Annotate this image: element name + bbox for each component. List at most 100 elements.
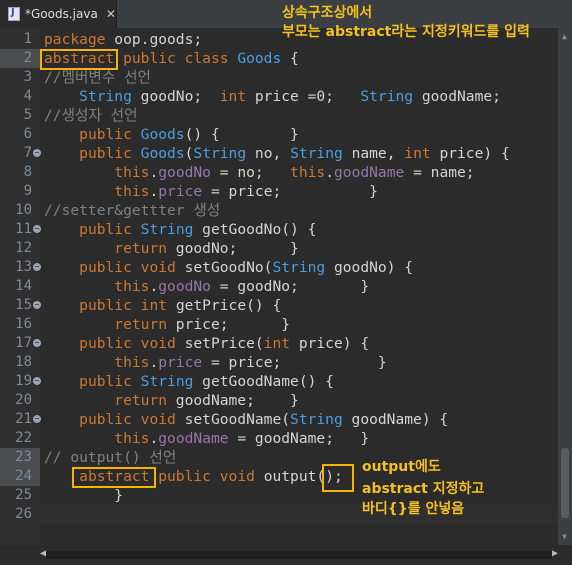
code-text: public void setPrice(int price) { <box>44 334 369 353</box>
code-token: . <box>149 164 159 181</box>
code-line[interactable]: 19− public String getGoodName() { <box>0 372 558 391</box>
code-line[interactable]: 10 //setter&gettter 생성 <box>0 201 558 220</box>
code-line[interactable]: 11− public String getGoodNo() { <box>0 220 558 239</box>
code-line[interactable]: 18 this.price = price; } <box>0 353 558 372</box>
code-line[interactable]: 23 // output() 선언 <box>0 448 558 467</box>
fold-collapse-icon[interactable]: − <box>33 377 41 385</box>
scroll-up-icon[interactable]: ▲ <box>562 32 567 41</box>
code-token: . <box>149 354 159 371</box>
line-number: 14 <box>15 278 32 294</box>
code-line[interactable]: 6 public Goods() { } <box>0 125 558 144</box>
code-line[interactable]: 7− public Goods(String no, String name, … <box>0 144 558 163</box>
code-line[interactable]: 4 String goodNo; int price =0; String go… <box>0 87 558 106</box>
code-line[interactable]: 21− public void setGoodName(String goodN… <box>0 410 558 429</box>
code-token: this <box>114 354 150 371</box>
code-token: String <box>193 145 247 162</box>
code-line[interactable]: 15− public int getPrice() { <box>0 296 558 315</box>
code-token: = no; <box>210 164 291 181</box>
fold-collapse-icon[interactable]: − <box>33 263 41 271</box>
horizontal-scrollbar[interactable]: ◀ ▶ <box>40 545 558 565</box>
code-line[interactable]: 9 this.price = price; } <box>0 182 558 201</box>
code-token: return <box>114 240 168 257</box>
line-number: 2 <box>23 50 32 66</box>
code-token: String <box>360 88 414 105</box>
code-token: public <box>79 126 141 143</box>
note-side-line1: output에도 <box>362 459 441 475</box>
code-text: public Goods() { } <box>44 125 299 144</box>
scroll-down-icon[interactable]: ▼ <box>562 532 567 541</box>
code-line[interactable]: 17− public void setPrice(int price) { <box>0 334 558 353</box>
code-token: return <box>114 392 168 409</box>
code-token: this <box>114 183 150 200</box>
tab-goods-java[interactable]: *Goods.java ✕ <box>0 0 117 28</box>
scrollbar-thumb[interactable] <box>561 448 569 518</box>
fold-collapse-icon[interactable]: − <box>33 149 41 157</box>
code-token: () { } <box>184 126 299 143</box>
code-text: //멤버변수 선언 <box>44 68 151 87</box>
code-token: goodNo; <box>131 88 220 105</box>
code-token: . <box>149 183 159 200</box>
code-token: . <box>149 278 159 295</box>
line-number: 18 <box>15 354 32 370</box>
code-token: String <box>290 411 343 428</box>
code-line[interactable]: 12 return goodNo; } <box>0 239 558 258</box>
java-file-icon <box>8 7 20 21</box>
close-icon[interactable]: ✕ <box>106 7 116 21</box>
code-token: goodName; <box>413 88 501 105</box>
fold-collapse-icon[interactable]: − <box>33 415 41 423</box>
code-token: //생성자 선언 <box>44 107 138 124</box>
code-token: oop.goods; <box>114 31 203 48</box>
code-token: = price; } <box>202 183 378 200</box>
code-token: String <box>140 373 194 390</box>
fold-collapse-icon[interactable]: − <box>33 225 41 233</box>
code-token: return <box>114 316 168 333</box>
horizontal-scroll-track[interactable] <box>46 551 552 559</box>
note-side-line2: abstract 지정하고 <box>362 481 485 497</box>
code-text: String goodNo; int price =0; String good… <box>44 87 501 106</box>
line-number: 5 <box>23 107 32 123</box>
code-line[interactable]: 22 this.goodName = goodName; } <box>0 429 558 448</box>
line-number: 22 <box>15 430 32 446</box>
code-token: String <box>79 88 132 105</box>
code-text: public Goods(String no, String name, int… <box>44 144 510 163</box>
code-token: goodNo <box>158 164 211 181</box>
note-top-line2: 부모는 abstract라는 지정키워드를 입력 <box>282 24 530 40</box>
code-line[interactable]: 8 this.goodNo = no; this.goodName = name… <box>0 163 558 182</box>
vertical-scrollbar[interactable]: ▲ ▼ <box>558 28 572 545</box>
code-token: Goods <box>140 126 185 143</box>
code-token: String <box>290 145 343 162</box>
code-line[interactable]: 26 <box>0 505 558 524</box>
code-token: getPrice() { <box>175 297 282 314</box>
code-token: goodNo) { <box>325 259 414 276</box>
line-number: 1 <box>23 31 32 47</box>
code-line[interactable]: 5 //생성자 선언 <box>0 106 558 125</box>
line-number: 6 <box>23 126 32 142</box>
code-text: this.price = price; } <box>44 182 378 201</box>
note-top-line1: 상속구조상에서 <box>282 5 373 21</box>
code-token: price) { <box>430 145 510 162</box>
fold-collapse-icon[interactable]: − <box>33 339 41 347</box>
scroll-right-icon[interactable]: ▶ <box>552 548 558 559</box>
code-text: this.goodName = goodName; } <box>44 429 369 448</box>
code-line[interactable]: 20 return goodName; } <box>0 391 558 410</box>
line-number: 9 <box>23 183 32 199</box>
code-token: public <box>79 145 141 162</box>
code-token: public void <box>79 411 185 428</box>
line-number: 11 <box>15 221 32 237</box>
code-line[interactable]: 13− public void setGoodNo(String goodNo)… <box>0 258 558 277</box>
code-line[interactable]: 16 return price; } <box>0 315 558 334</box>
fold-collapse-icon[interactable]: − <box>33 301 41 309</box>
line-number: 10 <box>15 202 32 218</box>
code-line[interactable]: 3 //멤버변수 선언 <box>0 68 558 87</box>
abstract-method-highlight-box <box>72 467 156 488</box>
code-text: //setter&gettter 생성 <box>44 201 220 220</box>
code-text: package oop.goods; <box>44 30 202 49</box>
code-line[interactable]: 14 this.goodNo = goodNo; } <box>0 277 558 296</box>
code-token: . <box>149 430 159 447</box>
